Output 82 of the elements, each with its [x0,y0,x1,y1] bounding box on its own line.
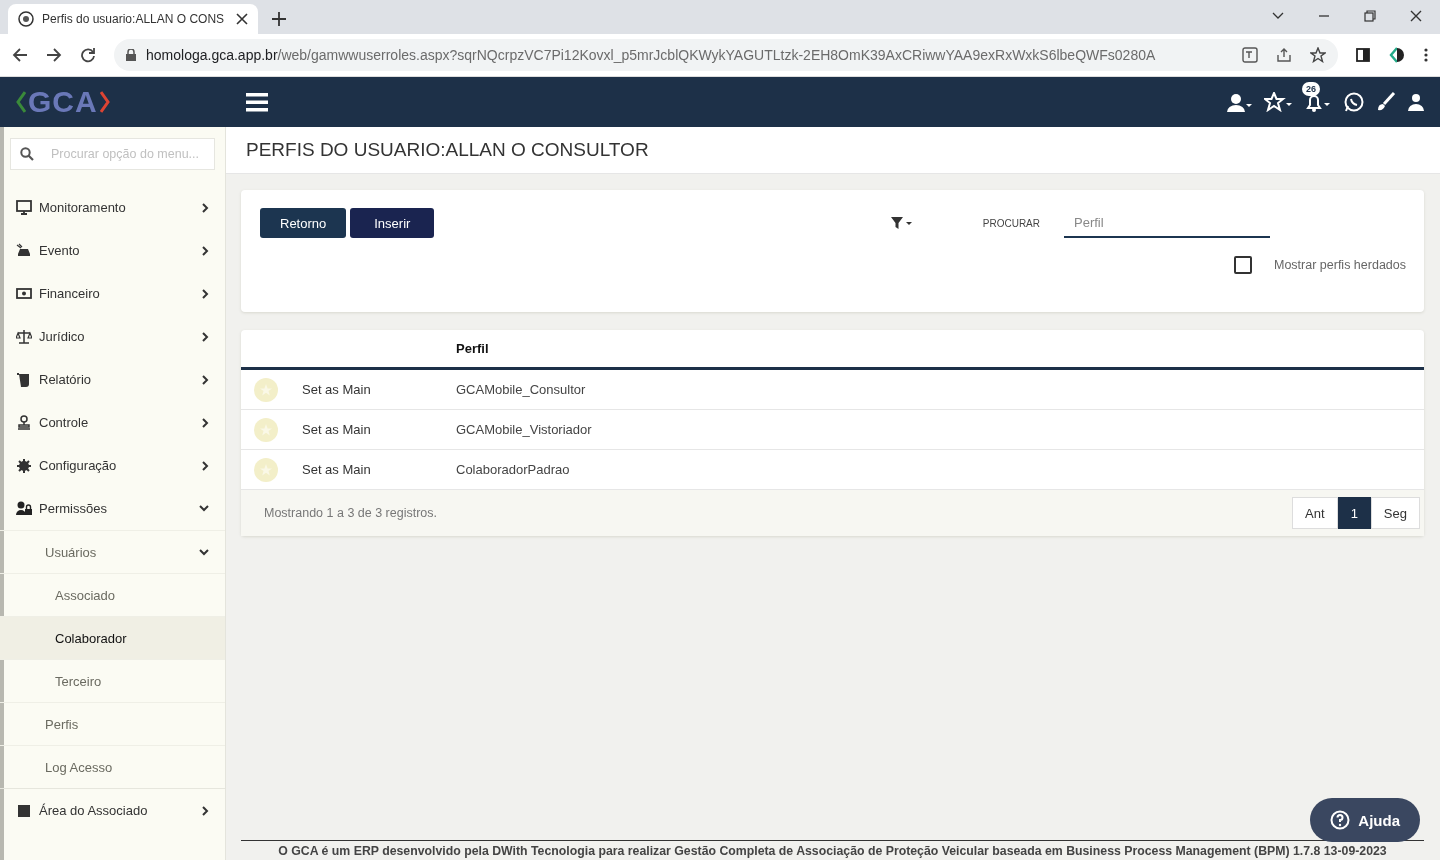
plus-icon[interactable] [272,12,286,26]
support-agent-icon[interactable] [1226,92,1252,112]
chevron-down-icon [199,505,209,512]
bracket-icon [99,91,110,113]
chevron-right-icon [202,805,209,816]
checkbox-label: Mostrar perfis herdados [1274,258,1406,272]
menu-item[interactable]: Controle [0,401,225,444]
help-button[interactable]: Ajuda [1310,798,1420,842]
table-cell: GCAMobile_Vistoriador [456,422,592,437]
close-icon[interactable] [236,13,248,25]
action-button[interactable]: Retorno [260,208,347,238]
chevron-right-icon [202,460,209,471]
page-button[interactable]: 1 [1337,497,1371,529]
menu-item-icon [16,414,32,431]
set-main-link[interactable]: Set as Main [302,382,371,397]
back-icon[interactable] [12,47,28,63]
menu-item-icon [16,500,32,517]
share-icon[interactable] [1276,47,1292,63]
menu-item[interactable]: Colaborador [0,616,225,659]
chevron-right-icon [202,202,209,213]
menu-item-icon [16,457,32,474]
chevron-right-icon [202,374,209,385]
extension-icon[interactable] [1388,46,1406,64]
next-button[interactable]: Seg [1370,497,1420,529]
menu-item[interactable]: Jurídico [0,315,225,358]
menu-item-icon [16,371,32,388]
menu-item-icon [16,199,32,216]
browser-tab[interactable]: Perfis do usuario:ALLAN O CONS [8,4,258,34]
menu-item[interactable]: Perfis [0,702,225,745]
lock-icon [126,49,136,61]
reload-icon[interactable] [80,47,96,63]
column-header: Perfil [456,341,489,356]
action-button[interactable]: Inserir [350,208,435,238]
address-bar[interactable]: homologa.gca.app.br/web/gamwwuserroles.aspx?sqrNQcrpzVC7Pi12Kovxl_p5mrJcblQKWykYAGUTLtzk-2EH8OmK39AxCRiwwYAA9exRxWxkS6lbeQWFs0280A [114,39,1338,71]
notification-badge: 26 [1302,82,1320,96]
menu-item[interactable]: Monitoramento [0,186,225,229]
menu-item[interactable]: Financeiro [0,272,225,315]
star-icon[interactable] [1310,47,1326,63]
table-cell: GCAMobile_Consultor [456,382,586,397]
chevron-right-icon [202,245,209,256]
chevron-down-icon[interactable] [1272,12,1284,20]
menu-item-icon [16,242,32,259]
checkbox[interactable] [1234,256,1252,274]
help-icon [1330,810,1351,830]
menu-item[interactable]: Log Acesso [0,745,225,788]
menu-item[interactable]: Usuários [0,530,225,573]
menu-item[interactable]: Área do Associado [0,789,225,832]
brush-icon[interactable] [1376,92,1396,112]
close-icon[interactable] [1410,10,1422,22]
user-icon[interactable] [1408,93,1424,111]
url-text: homologa.gca.app.br/web/gamwwuserroles.aspx?sqrNQcrpzVC7Pi12Kovxl_p5mrJcblQKWykYAGUTLtzk-2EH8OmK39AxCRiwwYAA9exRxWxkS6lbeQWFs0280A [146,47,1157,63]
site-icon [18,11,34,27]
logo: GCA [28,85,98,119]
menu-item-icon [16,328,32,345]
menu-item-icon [16,285,32,302]
chat-icon[interactable] [1344,92,1364,112]
restore-icon[interactable] [1364,10,1376,22]
menu-item[interactable]: Permissões [0,487,225,530]
menu-item[interactable]: Configuração [0,444,225,487]
filter-icon[interactable] [890,216,913,230]
translate-icon[interactable] [1242,47,1258,63]
search-label: PROCURAR [982,217,1040,229]
table-cell: ColaboradorPadrao [456,462,570,477]
chevron-down-icon [199,548,209,556]
more-icon[interactable] [1424,48,1428,62]
previous-button[interactable]: Ant [1292,497,1338,529]
chevron-right-icon [202,288,209,299]
menu-item[interactable]: Evento [0,229,225,272]
chevron-right-icon [202,331,209,342]
menu-item[interactable]: Relatório [0,358,225,401]
star-icon[interactable] [1264,92,1292,112]
menu-item[interactable]: Terceiro [0,659,225,702]
chevron-right-icon [202,417,209,428]
bracket-icon [16,91,26,113]
records-info: Mostrando 1 a 3 de 3 registros. [264,506,437,520]
set-main-link[interactable]: Set as Main [302,462,371,477]
menu-item-icon [16,802,32,819]
menu-icon[interactable] [246,92,268,112]
set-main-link[interactable]: Set as Main [302,422,371,437]
forward-icon[interactable] [46,47,62,63]
page-title: PERFIS DO USUARIO:ALLAN O CONSULTOR [246,139,649,161]
sidebar-icon[interactable] [1356,48,1370,62]
